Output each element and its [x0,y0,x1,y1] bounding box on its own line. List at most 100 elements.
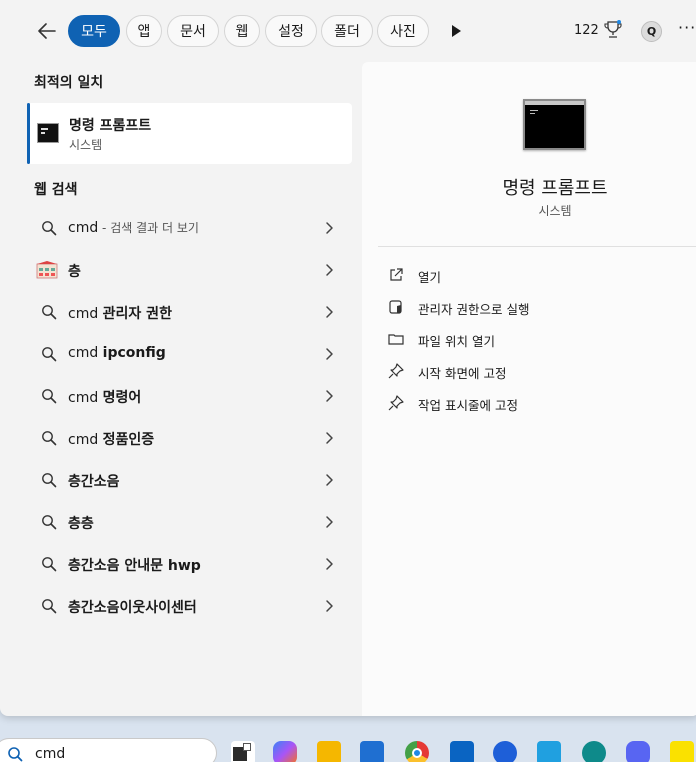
detail-subtitle: 시스템 [538,204,572,218]
command-prompt-large-icon [523,99,586,150]
building-thumbnail-icon [36,261,58,279]
chevron-right-icon [326,474,333,486]
store-icon[interactable] [360,741,384,762]
tab-documents[interactable]: 문서 [167,15,219,47]
tab-apps[interactable]: 앱 [126,15,162,47]
taskbar-search-box[interactable] [0,738,217,762]
tab-settings-label: 설정 [278,24,304,40]
discord-icon[interactable] [626,741,650,762]
web-search-item[interactable]: cmd 명령어 [27,376,352,416]
search-icon [42,599,57,614]
query-prefix: cmd [68,390,103,406]
chevron-right-icon [326,306,333,318]
edge-icon[interactable] [582,741,606,762]
tab-web-label: 웹 [235,24,249,40]
web-search-item[interactable]: cmd 관리자 권한 [27,292,352,332]
task-view-icon[interactable] [231,741,255,762]
web-search-item[interactable]: 층 [27,250,352,290]
file-explorer-icon[interactable] [317,741,341,762]
web-search-item[interactable]: cmd - 검색 결과 더 보기 [27,208,352,248]
kakaotalk-icon[interactable] [670,741,694,762]
tab-apps-label: 앱 [137,24,151,40]
query-suggestion: 관리자 권한 [102,306,172,322]
rewards-points: 122 [574,23,599,38]
web-search-item-label: 층층 [68,513,94,533]
chevron-right-icon [326,348,333,360]
tab-photos[interactable]: 사진 [377,15,429,47]
avatar[interactable]: Q [641,21,662,42]
query-suggestion: ipconfig [102,345,166,361]
web-search-item-label: 층간소음 [68,471,120,491]
query-suggestion: 층층 [68,516,94,532]
action-pin-to-taskbar[interactable]: 작업 표시줄에 고정 [378,389,678,417]
action-open[interactable]: 열기 [378,261,678,289]
open-external-icon [390,268,403,281]
power-automate-icon[interactable] [493,741,517,762]
query-prefix: cmd [68,432,103,448]
pin-icon [388,363,404,379]
action-open-file-location[interactable]: 파일 위치 열기 [378,325,678,353]
chevron-right-icon [326,222,333,234]
action-pin-to-start-label: 시작 화면에 고정 [418,366,507,381]
back-button[interactable] [34,18,60,44]
more-options-button[interactable]: ··· [678,18,696,37]
search-panel: 모두 앱 문서 웹 설정 폴더 사진 122 Q ··· 최적의 일치 명령 프… [0,0,696,716]
query-suggestion: 층간소음이웃사이센터 [68,600,197,616]
web-search-item[interactable]: 층층 [27,502,352,542]
search-icon [42,431,57,446]
trophy-icon[interactable] [604,20,622,40]
tab-folders-label: 폴더 [334,24,360,40]
best-match-heading: 최적의 일치 [34,75,104,91]
search-icon [42,473,57,488]
search-icon [42,557,57,572]
query-suggestion: 층 [68,264,81,280]
web-search-item-label: cmd 정품인증 [68,429,154,449]
query-suggestion: 정품인증 [102,432,155,448]
query-suggestion: 명령어 [102,390,142,406]
folder-icon [388,334,404,345]
web-search-heading: 웹 검색 [34,182,78,198]
web-search-item[interactable]: 층간소음 안내문 hwp [27,544,352,584]
chevron-right-icon [326,432,333,444]
web-search-item-label: 층간소음 안내문 hwp [68,555,201,575]
tab-all[interactable]: 모두 [68,15,120,47]
best-match-result[interactable]: 명령 프롬프트 시스템 [27,103,352,164]
detail-pane: 명령 프롬프트 시스템 열기 관리자 권한으로 실행 파일 위치 열기 시작 화… [362,62,696,716]
web-search-item[interactable]: cmd ipconfig [27,334,352,374]
remote-desktop-icon[interactable] [537,741,561,762]
web-search-item-label: cmd ipconfig [68,345,166,361]
query-prefix: cmd [68,306,103,322]
outlook-icon[interactable] [450,741,474,762]
tab-folders[interactable]: 폴더 [321,15,373,47]
chevron-right-icon [326,264,333,276]
chrome-icon[interactable] [405,741,429,762]
tab-settings[interactable]: 설정 [265,15,317,47]
copilot-icon[interactable] [273,741,297,762]
action-pin-to-start[interactable]: 시작 화면에 고정 [378,357,678,385]
detail-divider [378,246,696,247]
search-icon [42,347,57,362]
chevron-right-icon [326,558,333,570]
search-input[interactable] [35,744,195,762]
best-match-subtitle: 시스템 [69,138,103,152]
query-suggestion: 층간소음 안내문 hwp [68,558,201,574]
chevron-right-icon [326,516,333,528]
action-run-as-admin-label: 관리자 권한으로 실행 [418,302,530,317]
more-filters-button[interactable] [446,20,466,42]
action-run-as-admin[interactable]: 관리자 권한으로 실행 [378,293,678,321]
filter-bar: 모두 앱 문서 웹 설정 폴더 사진 122 Q ··· [0,0,696,62]
back-arrow-icon [38,23,56,39]
web-search-item-label: cmd 명령어 [68,387,141,407]
web-search-item[interactable]: 층간소음이웃사이센터 [27,586,352,626]
tab-web[interactable]: 웹 [224,15,260,47]
web-search-item[interactable]: 층간소음 [27,460,352,500]
shield-icon [389,300,402,314]
selection-accent [27,103,30,164]
search-icon [42,305,57,320]
web-search-item[interactable]: cmd 정품인증 [27,418,352,458]
chevron-right-icon [326,600,333,612]
chevron-right-icon [326,390,333,402]
command-prompt-icon [37,123,59,143]
search-icon [42,221,57,236]
pin-icon [388,395,404,411]
